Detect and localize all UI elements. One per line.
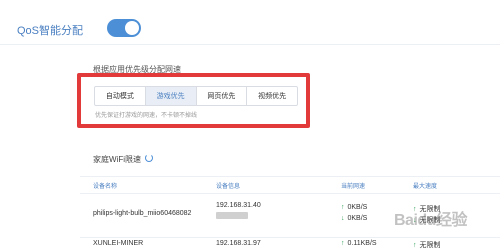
arrow-up-icon: ↑ (341, 204, 345, 211)
mode-note: 优先保证打游戏的网速，不卡顿不掉线 (95, 113, 198, 119)
divider (0, 44, 500, 45)
arrow-up-icon: ↑ (341, 240, 345, 247)
upload-speed: ↑ 0.11KB/S (341, 240, 377, 247)
qos-toggle[interactable] (107, 19, 141, 37)
qos-label: QoS智能分配 (17, 25, 84, 37)
upload-speed: ↑ 0KB/S (341, 204, 368, 211)
divider (80, 193, 500, 194)
device-name: XUNLEI-MINER (93, 240, 144, 247)
mode-web-button[interactable]: 网页优先 (197, 87, 248, 105)
mode-game-button[interactable]: 游戏优先 (145, 87, 197, 105)
device-sub-redacted (216, 212, 248, 219)
arrow-up-icon: ↑ (413, 242, 417, 249)
refresh-icon[interactable] (145, 154, 153, 162)
device-name: philips-light-bulb_miio60468082 (93, 210, 192, 217)
qos-row: QoS智能分配 (0, 0, 500, 58)
download-speed: ↓ 0KB/S (341, 215, 368, 222)
header-max-speed: 最大速度 (413, 184, 438, 190)
device-ip: 192.168.31.40 (216, 202, 261, 209)
mode-auto-button[interactable]: 自动模式 (95, 87, 146, 105)
toggle-knob (125, 21, 139, 35)
wifi-limit-title: 家庭WiFi限速 (93, 155, 141, 164)
arrow-down-icon: ↓ (341, 215, 345, 222)
divider (80, 176, 500, 177)
header-device-info: 设备信息 (216, 184, 241, 190)
header-current-speed: 当前网速 (341, 184, 366, 190)
device-ip: 192.168.31.97 (216, 240, 261, 247)
mode-video-button[interactable]: 视频优先 (247, 87, 297, 105)
max-upload[interactable]: ↑ 无限制 (413, 240, 441, 250)
header-device-name: 设备名称 (93, 184, 118, 190)
watermark: Baidu经验 (394, 212, 467, 229)
mode-selector: 自动模式 游戏优先 网页优先 视频优先 (94, 86, 298, 106)
